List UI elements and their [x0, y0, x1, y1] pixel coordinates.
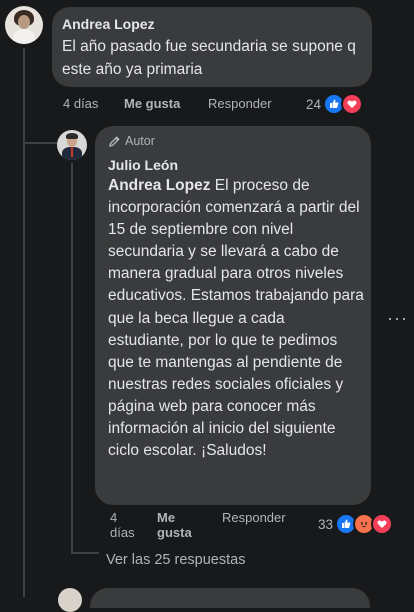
avatar-next-comment[interactable] — [58, 588, 82, 612]
love-icon — [341, 93, 364, 115]
mention-andrea-lopez[interactable]: Andrea Lopez — [108, 177, 210, 194]
love-icon — [371, 513, 394, 535]
reply-body: El proceso de incorporación comenzará a … — [108, 177, 364, 460]
comment-author[interactable]: Andrea Lopez — [62, 16, 155, 32]
like-button[interactable]: Me gusta — [124, 96, 180, 111]
reply-text: Andrea Lopez El proceso de incorporación… — [108, 175, 364, 462]
reply-time-2[interactable]: días — [110, 525, 135, 540]
thread-line-reply-branch — [71, 552, 99, 554]
reply-time-1[interactable]: 4 — [110, 510, 117, 525]
thread-line-reply — [71, 163, 73, 553]
reply-button[interactable]: Responder — [208, 96, 272, 111]
more-options-icon[interactable]: ··· — [387, 308, 408, 329]
reply-reaction-summary[interactable]: 33 — [318, 513, 394, 535]
reply-author[interactable]: Julio León — [108, 157, 178, 173]
reaction-count: 24 — [306, 96, 322, 112]
thread-line-main — [23, 48, 25, 597]
reply-like-button-2[interactable]: gusta — [157, 525, 192, 540]
author-badge: Autor — [108, 134, 155, 148]
avatar-andrea-lopez[interactable] — [5, 6, 43, 44]
view-replies-link[interactable]: Ver las 25 respuestas — [106, 552, 245, 568]
avatar-julio-leon[interactable] — [57, 130, 87, 160]
reply-like-button-1[interactable]: Me — [157, 510, 175, 525]
reaction-summary[interactable]: 24 — [306, 93, 364, 115]
author-badge-label: Autor — [125, 134, 155, 148]
thread-line-branch — [23, 142, 57, 144]
comment-text: El año pasado fue secundaria se supone q… — [62, 38, 356, 78]
reply-reply-button[interactable]: Responder — [222, 510, 286, 525]
reply-reaction-count: 33 — [318, 516, 334, 532]
comment-time[interactable]: 4 días — [63, 96, 98, 111]
next-comment-bubble — [90, 588, 370, 608]
pencil-icon — [109, 135, 120, 147]
